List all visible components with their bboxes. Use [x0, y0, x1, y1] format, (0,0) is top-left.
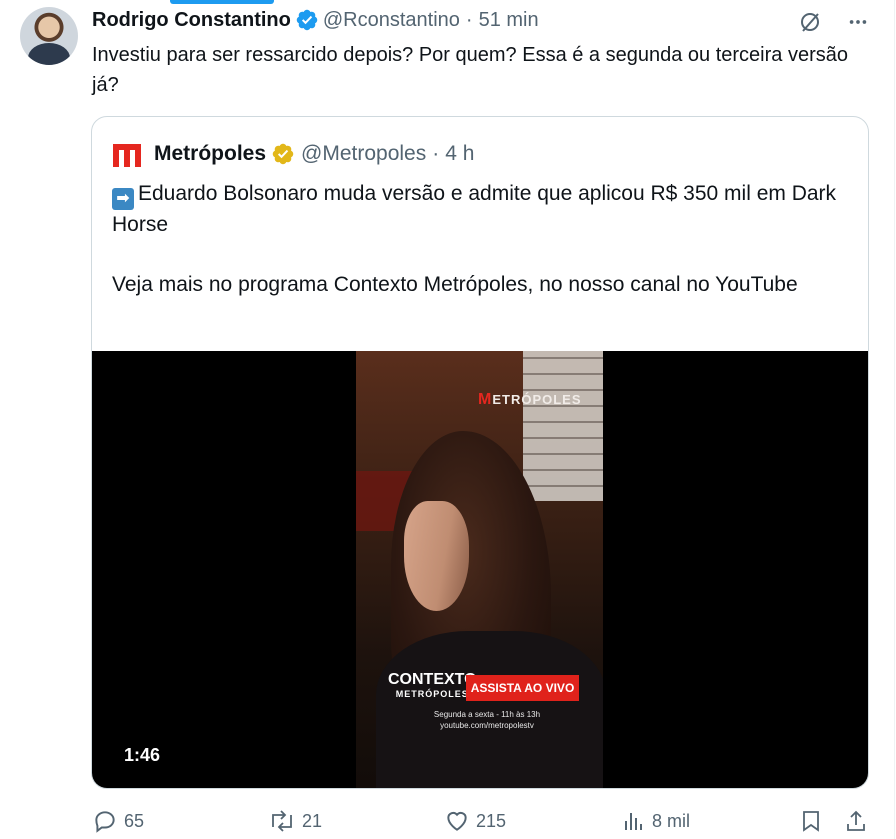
gold-verified-badge-icon	[272, 143, 294, 165]
quoted-tweet-body: Eduardo Bolsonaro muda versão e admite q…	[112, 182, 837, 296]
brick-wall-background	[523, 351, 603, 501]
tweet-text: Investiu para ser ressarcido depois? Por…	[92, 44, 848, 96]
video-player[interactable]: METRÓPOLES CONTEXTO METRÓPOLES ASSISTA A…	[92, 351, 868, 788]
more-options-icon[interactable]	[844, 8, 872, 36]
like-count: 215	[476, 810, 507, 831]
quoted-tweet-header: Metrópoles @Metropoles · 4 h	[112, 139, 474, 169]
share-button[interactable]	[844, 808, 874, 834]
analytics-icon	[625, 813, 642, 830]
tweet-header-actions	[796, 8, 872, 36]
video-thumbnail: METRÓPOLES CONTEXTO METRÓPOLES ASSISTA A…	[356, 351, 603, 788]
active-tab-indicator	[170, 0, 274, 4]
tweet-time[interactable]: 51 min	[479, 9, 539, 32]
presenter-face	[404, 501, 469, 611]
reply-count: 65	[124, 810, 145, 831]
reply-icon	[95, 811, 115, 833]
column-border	[894, 0, 895, 839]
tweet-header: Rodrigo Constantino @Rconstantino · 51 m…	[92, 8, 539, 32]
tweet-actions-bar: 65 21 215 8 mil	[92, 808, 872, 838]
like-button[interactable]: 215	[444, 808, 506, 834]
metropoles-logo-icon[interactable]	[112, 140, 142, 168]
share-icon	[847, 810, 865, 831]
program-title: CONTEXTO	[388, 671, 477, 688]
bookmark-button[interactable]	[799, 808, 829, 834]
grok-icon[interactable]	[796, 8, 824, 36]
schedule-text: Segunda a sexta - 11h às 13h youtube.com…	[433, 710, 541, 730]
quoted-tweet[interactable]: Metrópoles @Metropoles · 4 h ➡ Eduardo Bo…	[91, 116, 869, 789]
video-duration: 1:46	[124, 745, 161, 765]
bookmark-icon	[803, 811, 819, 832]
views-button[interactable]: 8 mil	[622, 808, 690, 834]
heart-icon	[447, 811, 467, 831]
verified-badge-icon	[296, 9, 318, 31]
author-avatar[interactable]	[20, 7, 78, 65]
video-brand-watermark: METRÓPOLES	[478, 391, 582, 408]
separator-dot: ·	[432, 142, 440, 165]
repost-icon	[272, 810, 292, 832]
repost-button[interactable]: 21	[268, 808, 322, 834]
program-logo: CONTEXTO METRÓPOLES	[388, 671, 477, 701]
live-banner: ASSISTA AO VIVO	[466, 675, 579, 701]
quoted-tweet-time[interactable]: 4 h	[445, 142, 474, 166]
repost-count: 21	[302, 810, 323, 831]
quoted-tweet-text: ➡ Eduardo Bolsonaro muda versão e admite …	[112, 179, 852, 300]
right-arrow-emoji-icon: ➡	[112, 188, 134, 210]
separator-dot: ·	[465, 8, 473, 31]
quoted-author-handle[interactable]: @Metropoles	[301, 142, 426, 166]
views-count: 8 mil	[652, 810, 691, 831]
quoted-author-name[interactable]: Metrópoles	[154, 142, 266, 166]
author-name[interactable]: Rodrigo Constantino	[92, 9, 291, 32]
reply-button[interactable]: 65	[92, 808, 144, 834]
program-subtitle: METRÓPOLES	[395, 689, 469, 699]
author-handle[interactable]: @Rconstantino	[323, 9, 460, 32]
